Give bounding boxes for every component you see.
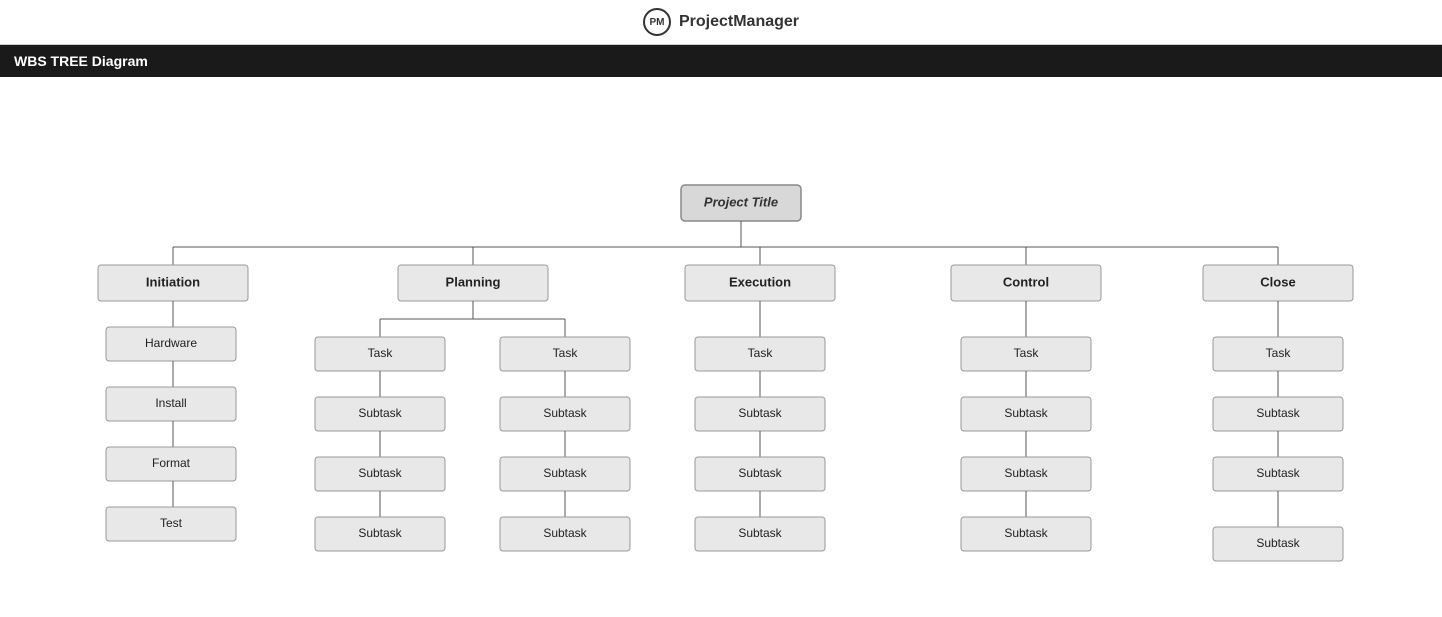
top-bar: PM ProjectManager (0, 0, 1442, 45)
planning-subtask1b-label: Subtask (358, 466, 402, 480)
execution-subtask1-label: Subtask (738, 406, 782, 420)
hardware-label: Hardware (145, 336, 197, 350)
planning-subtask2b-label: Subtask (543, 466, 587, 480)
logo-circle: PM (643, 8, 671, 36)
install-label: Install (155, 396, 186, 410)
close-subtask2-label: Subtask (1256, 466, 1300, 480)
close-label: Close (1260, 274, 1295, 289)
brand-name: ProjectManager (679, 13, 799, 31)
logo-text: PM (649, 17, 664, 28)
control-label: Control (1003, 274, 1049, 289)
control-task-label: Task (1014, 346, 1040, 360)
header-bar: WBS TREE Diagram (0, 45, 1442, 77)
planning-subtask2c-label: Subtask (543, 526, 587, 540)
planning-label: Planning (446, 274, 501, 289)
close-subtask1-label: Subtask (1256, 406, 1300, 420)
diagram-title: WBS TREE Diagram (14, 53, 148, 69)
execution-subtask2-label: Subtask (738, 466, 782, 480)
execution-task-label: Task (748, 346, 774, 360)
wbs-diagram: Project Title Initiation Hardware Instal… (10, 97, 1430, 597)
planning-subtask2a-label: Subtask (543, 406, 587, 420)
root-label: Project Title (704, 194, 778, 209)
diagram-area: Project Title Initiation Hardware Instal… (0, 77, 1442, 617)
control-subtask1-label: Subtask (1004, 406, 1048, 420)
planning-task1-label: Task (368, 346, 394, 360)
planning-task2-label: Task (553, 346, 579, 360)
control-subtask3-label: Subtask (1004, 526, 1048, 540)
close-subtask3-label: Subtask (1256, 536, 1300, 550)
format-label: Format (152, 456, 191, 470)
initiation-label: Initiation (146, 274, 200, 289)
execution-subtask3-label: Subtask (738, 526, 782, 540)
test-label: Test (160, 516, 183, 530)
execution-label: Execution (729, 274, 791, 289)
close-task-label: Task (1266, 346, 1292, 360)
control-subtask2-label: Subtask (1004, 466, 1048, 480)
planning-subtask1a-label: Subtask (358, 406, 402, 420)
planning-subtask1c-label: Subtask (358, 526, 402, 540)
